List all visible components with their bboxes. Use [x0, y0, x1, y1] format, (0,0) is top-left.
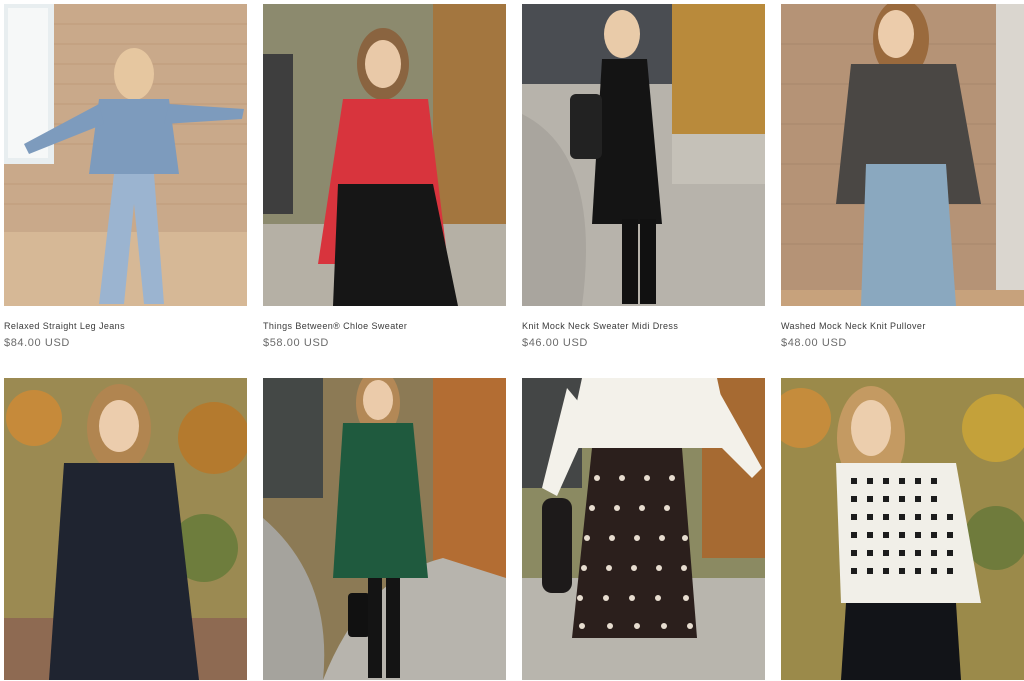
- product-title[interactable]: Relaxed Straight Leg Jeans: [4, 320, 247, 332]
- product-card-8[interactable]: [781, 378, 1024, 681]
- product-card-chloe-sweater[interactable]: Things Between® Chloe Sweater $58.00 USD: [263, 4, 506, 350]
- product-price: $58.00 USD: [263, 337, 329, 349]
- product-image-5[interactable]: [4, 378, 247, 680]
- product-image-washed-mock-neck-knit-pullover[interactable]: [781, 4, 1024, 306]
- product-card-7[interactable]: [522, 378, 765, 681]
- product-title[interactable]: Knit Mock Neck Sweater Midi Dress: [522, 320, 765, 332]
- product-card-6[interactable]: [263, 378, 506, 681]
- product-price: $48.00 USD: [781, 337, 847, 349]
- product-image-6[interactable]: [263, 378, 506, 680]
- product-price: $84.00 USD: [4, 337, 70, 349]
- product-image-7[interactable]: [522, 378, 765, 680]
- product-title[interactable]: Washed Mock Neck Knit Pullover: [781, 320, 1024, 332]
- product-card-knit-mock-neck-sweater-midi-dress[interactable]: Knit Mock Neck Sweater Midi Dress $46.00…: [522, 4, 765, 350]
- product-image-knit-mock-neck-sweater-midi-dress[interactable]: [522, 4, 765, 306]
- product-price: $46.00 USD: [522, 337, 588, 349]
- product-card-5[interactable]: [4, 378, 247, 681]
- product-card-washed-mock-neck-knit-pullover[interactable]: Washed Mock Neck Knit Pullover $48.00 US…: [781, 4, 1024, 350]
- product-image-relaxed-straight-leg-jeans[interactable]: [4, 4, 247, 306]
- product-image-8[interactable]: [781, 378, 1024, 680]
- product-title[interactable]: Things Between® Chloe Sweater: [263, 320, 506, 332]
- product-grid: Relaxed Straight Leg Jeans $84.00 USD Th…: [0, 0, 1024, 681]
- product-card-relaxed-straight-leg-jeans[interactable]: Relaxed Straight Leg Jeans $84.00 USD: [4, 4, 247, 350]
- product-image-chloe-sweater[interactable]: [263, 4, 506, 306]
